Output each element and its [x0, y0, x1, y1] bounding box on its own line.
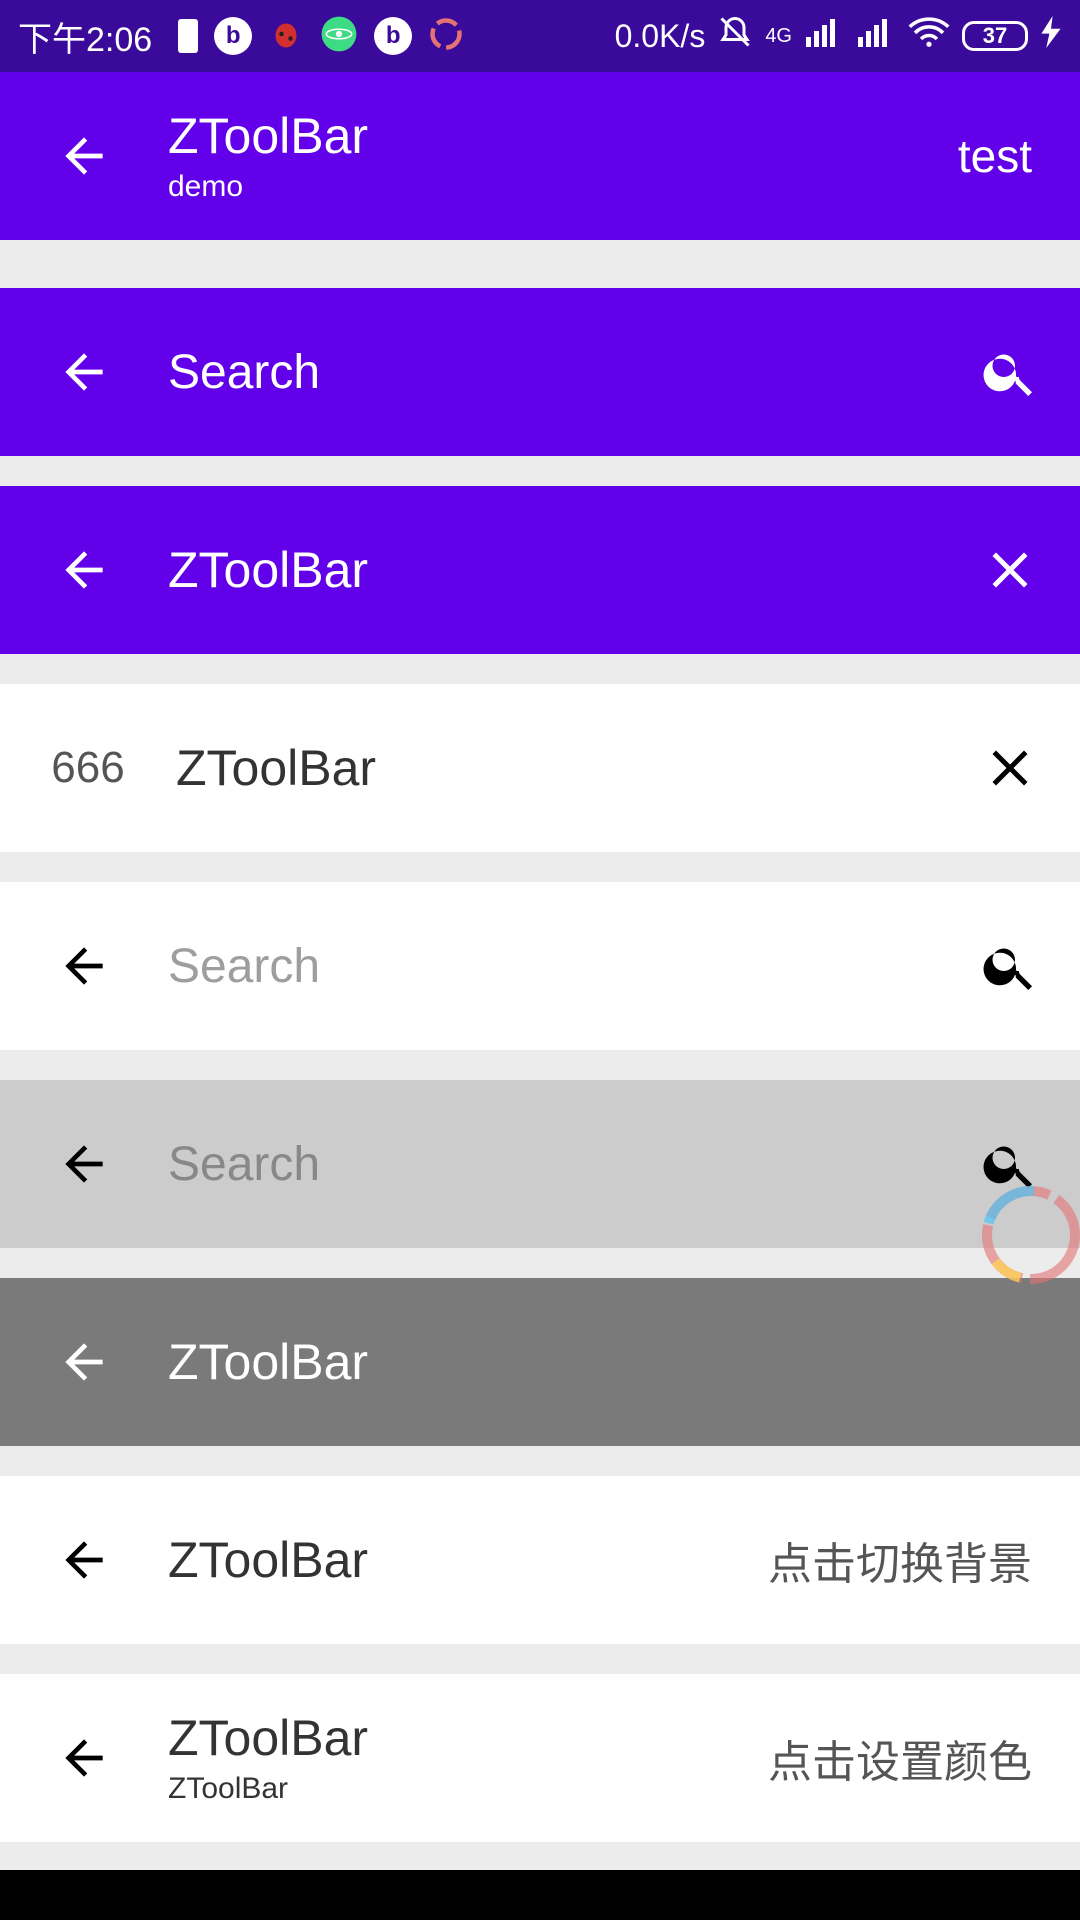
toolbar-demo: ZToolBar demo test	[0, 72, 1080, 240]
toolbar-search-white: Search	[0, 882, 1080, 1050]
arrow-back-icon	[65, 947, 103, 985]
title-block: ZToolBar	[168, 541, 940, 598]
back-button[interactable]	[0, 1080, 168, 1248]
status-time: 下午2:06	[18, 20, 153, 59]
back-button[interactable]	[0, 486, 168, 654]
search-placeholder: Search	[168, 345, 321, 399]
search-icon	[983, 948, 1032, 990]
mute-bell-icon	[717, 14, 753, 58]
title-block: ZToolBar demo	[168, 107, 958, 204]
arrow-back-icon	[65, 1739, 103, 1777]
app-icon: b	[214, 17, 253, 55]
title-block: ZToolBar	[176, 739, 940, 796]
switch-background-button[interactable]: 点击切换背景	[768, 1528, 1080, 1592]
atom-icon	[320, 15, 358, 58]
back-button[interactable]	[0, 288, 168, 456]
ring-icon	[982, 1186, 1080, 1284]
toolbar-title: ZToolBar	[168, 541, 369, 598]
title-block: ZToolBar	[168, 1531, 768, 1588]
toolbar-subtitle: ZToolBar	[168, 1771, 289, 1805]
signal-icon	[856, 17, 896, 55]
toolbar-title: ZToolBar	[168, 1531, 369, 1588]
close-button[interactable]	[940, 684, 1080, 852]
nav-text-button[interactable]: 666	[0, 684, 176, 852]
signal-icon	[804, 17, 844, 55]
close-icon	[992, 750, 1028, 786]
search-placeholder: Search	[168, 1137, 321, 1191]
close-icon	[992, 552, 1028, 588]
test-action-button[interactable]: test	[958, 129, 1080, 183]
status-bar: 下午2:06 b b 0.0K/s 4G 37	[0, 0, 1080, 72]
toolbar-switch-bg: ZToolBar 点击切换背景	[0, 1476, 1080, 1644]
back-button[interactable]	[0, 1476, 168, 1644]
search-input[interactable]: Search	[168, 939, 940, 994]
notification-icons: b b	[178, 15, 464, 58]
toolbar-close-purple: ZToolBar	[0, 486, 1080, 654]
toolbar-search-purple: Search	[0, 288, 1080, 456]
system-status: 0.0K/s 4G 37	[615, 14, 1062, 58]
back-button[interactable]	[0, 72, 168, 240]
nav-text: 666	[51, 743, 125, 792]
toolbar-search-gray: Search	[0, 1080, 1080, 1248]
arrow-back-icon	[65, 353, 103, 391]
battery-indicator: 37	[962, 21, 1028, 51]
search-button[interactable]	[940, 288, 1080, 456]
search-button[interactable]	[940, 882, 1080, 1050]
toolbar-title: ZToolBar	[168, 1333, 369, 1390]
toolbar-set-color: ZToolBar ZToolBar 点击设置颜色	[0, 1674, 1080, 1842]
title-block: ZToolBar ZToolBar	[168, 1709, 768, 1806]
ring-icon	[428, 16, 464, 57]
toolbar-dark-gray: ZToolBar	[0, 1278, 1080, 1446]
battery-icon	[178, 19, 199, 53]
charging-icon	[1040, 16, 1062, 56]
toolbar-title: ZToolBar	[176, 739, 377, 796]
app-icon: b	[374, 17, 413, 55]
bug-icon	[268, 16, 304, 57]
toolbar-title: ZToolBar	[168, 107, 369, 164]
search-icon	[983, 354, 1032, 396]
search-placeholder: Search	[168, 939, 321, 993]
search-input[interactable]: Search	[168, 345, 940, 400]
network-speed: 0.0K/s	[614, 17, 706, 54]
wifi-icon	[908, 16, 950, 56]
back-button[interactable]	[0, 1278, 168, 1446]
toolbar-title: ZToolBar	[168, 1709, 369, 1766]
floating-ring-button[interactable]	[976, 1180, 1080, 1290]
network-type: 4G	[765, 24, 792, 47]
back-button[interactable]	[0, 1674, 168, 1842]
arrow-back-icon	[65, 1343, 103, 1381]
arrow-back-icon	[65, 551, 103, 589]
set-color-button[interactable]: 点击设置颜色	[768, 1726, 1080, 1790]
close-button[interactable]	[940, 486, 1080, 654]
title-block: ZToolBar	[168, 1333, 1080, 1390]
search-input[interactable]: Search	[168, 1137, 940, 1192]
system-navigation-bar	[0, 1870, 1080, 1920]
arrow-back-icon	[65, 1541, 103, 1579]
back-button[interactable]	[0, 882, 168, 1050]
toolbar-subtitle: demo	[168, 169, 244, 203]
arrow-back-icon	[65, 1145, 103, 1183]
arrow-back-icon	[65, 137, 103, 175]
toolbar-text-nav: 666 ZToolBar	[0, 684, 1080, 852]
